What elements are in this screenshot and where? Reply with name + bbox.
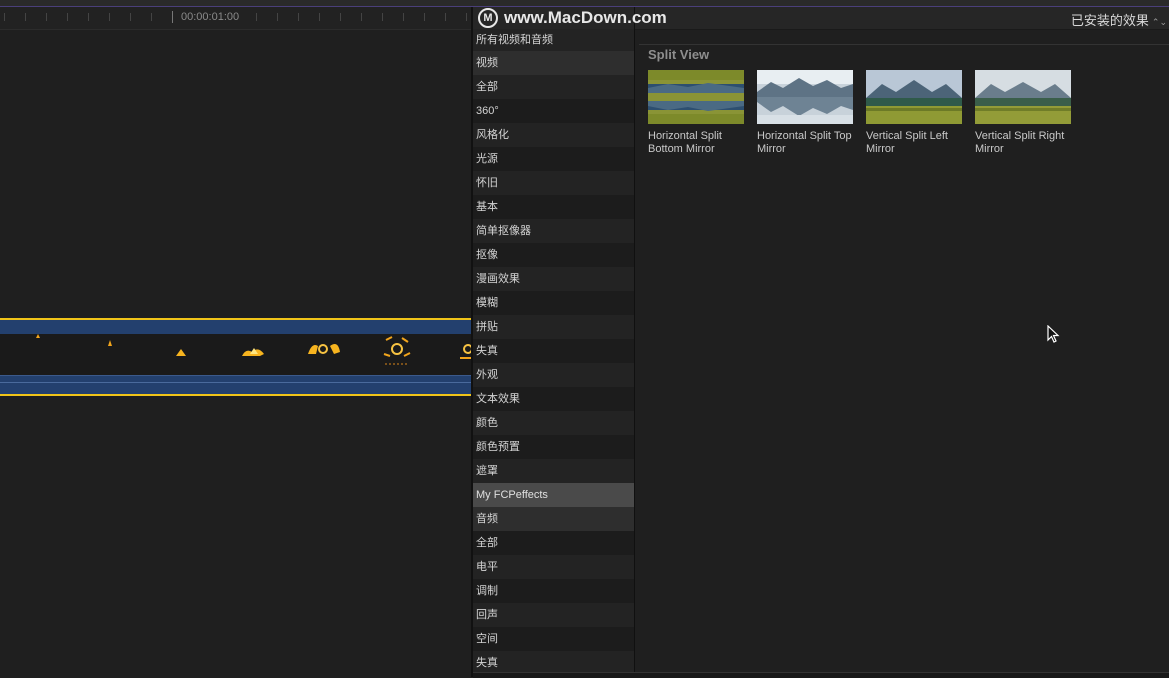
timeline-ruler[interactable]: 00:00:01:00 [0, 7, 471, 30]
ruler-major-tick [172, 11, 173, 23]
sidebar-item[interactable]: 光源 [473, 147, 634, 171]
sidebar-item[interactable]: 所有视频和音频 [473, 29, 634, 51]
installed-effects-label: 已安装的效果 [1070, 13, 1149, 28]
effect-thumbnail[interactable]: Vertical Split Left Mirror [866, 70, 962, 156]
sidebar-item[interactable]: 回声 [473, 603, 634, 627]
ruler-tick [46, 13, 47, 21]
chevron-updown-icon: ⌃⌄ [1151, 17, 1167, 27]
effect-thumbnail[interactable]: Vertical Split Right Mirror [975, 70, 1071, 156]
effects-category-list: 所有视频和音频 视频 全部 360° 风格化 光源 怀旧 基本 简单抠像器 抠像 漫画效果 模糊 拼贴失… [473, 29, 634, 675]
mouse-cursor-icon [1047, 325, 1060, 343]
section-divider [639, 44, 1169, 45]
sidebar-category[interactable]: 视频 [473, 51, 634, 75]
ruler-tick [25, 13, 26, 21]
effects-browser: 已安装的效果 ⌃⌄ Split View Horizontal Split Bot… [635, 7, 1169, 677]
clip-title-band [0, 320, 471, 334]
sidebar-item[interactable]: 颜色 [473, 411, 634, 435]
sidebar-item[interactable]: 文本效果 [473, 387, 634, 411]
sidebar-item[interactable]: 漫画效果 [473, 267, 634, 291]
clip-audio-band [0, 375, 471, 394]
ruler-tick [88, 13, 89, 21]
sidebar-item[interactable]: 风格化 [473, 123, 634, 147]
browser-header: 已安装的效果 ⌃⌄ [635, 7, 1169, 30]
effect-label: Horizontal Split Top Mirror [757, 130, 852, 155]
bottom-edge [473, 672, 1169, 678]
ruler-tick [298, 13, 299, 21]
ruler-tick [445, 13, 446, 21]
sidebar-item[interactable]: 空间 [473, 627, 634, 651]
sidebar-item[interactable]: 模糊 [473, 291, 634, 315]
ruler-tick [340, 13, 341, 21]
timeline-clip[interactable] [0, 318, 471, 396]
effect-preview-image [648, 70, 744, 124]
sidebar-item[interactable]: 全部 [473, 531, 634, 555]
window-top-edge [0, 0, 1169, 7]
effect-label: Horizontal Split Bottom Mirror [648, 130, 722, 155]
sidebar-item[interactable]: 颜色预置 [473, 435, 634, 459]
sidebar-item[interactable]: My FCPeffects [473, 483, 634, 507]
installed-effects-popup[interactable]: 已安装的效果 ⌃⌄ [1071, 10, 1167, 29]
ruler-tick [4, 13, 5, 21]
ruler-tick [151, 13, 152, 21]
ruler-tick [382, 13, 383, 21]
effect-label: Vertical Split Right Mirror [975, 130, 1065, 155]
sidebar-item[interactable]: 简单抠像器 [473, 219, 634, 243]
sidebar-item[interactable]: 基本 [473, 195, 634, 219]
sidebar-item[interactable]: 拼贴 [473, 315, 634, 339]
ruler-tick [109, 13, 110, 21]
macdown-logo-icon: M [478, 8, 498, 28]
sidebar-item[interactable]: 遮罩 [473, 459, 634, 483]
ruler-tick [319, 13, 320, 21]
ruler-tick [67, 13, 68, 21]
sidebar-item[interactable]: 抠像 [473, 243, 634, 267]
ruler-timecode: 00:00:01:00 [181, 11, 240, 23]
watermark-text: www.MacDown.com [504, 8, 667, 27]
ruler-tick [256, 13, 257, 21]
sidebar-item[interactable]: 调制 [473, 579, 634, 603]
watermark: M www.MacDown.com [478, 7, 667, 29]
sidebar-item[interactable]: 电平 [473, 555, 634, 579]
sidebar-item[interactable]: 360° [473, 99, 634, 123]
ruler-tick [403, 13, 404, 21]
ruler-tick [277, 13, 278, 21]
section-title: Split View [648, 47, 710, 62]
sidebar-category[interactable]: 音频 [473, 507, 634, 531]
ruler-tick [466, 13, 467, 21]
effect-label: Vertical Split Left Mirror [866, 130, 948, 155]
effect-preview-image [866, 70, 962, 124]
ruler-tick [130, 13, 131, 21]
sidebar-item[interactable]: 外观 [473, 363, 634, 387]
ruler-tick [424, 13, 425, 21]
ruler-tick [361, 13, 362, 21]
effect-preview-image [975, 70, 1071, 124]
timeline-panel[interactable]: 00:00:01:00 [0, 7, 471, 677]
effects-sidebar: 所有视频和音频 视频 全部 360° 风格化 光源 怀旧 基本 简单抠像器 抠像 漫画效果 模糊 拼贴失… [473, 7, 634, 677]
effect-preview-image [757, 70, 853, 124]
clip-filmstrip-frames [36, 334, 471, 365]
sidebar-item[interactable]: 失真 [473, 339, 634, 363]
effect-thumbnail[interactable]: Horizontal Split Top Mirror [757, 70, 853, 156]
sidebar-item[interactable]: 怀旧 [473, 171, 634, 195]
sidebar-item[interactable]: 全部 [473, 75, 634, 99]
effect-thumbnail[interactable]: Horizontal Split Bottom Mirror [648, 70, 744, 156]
